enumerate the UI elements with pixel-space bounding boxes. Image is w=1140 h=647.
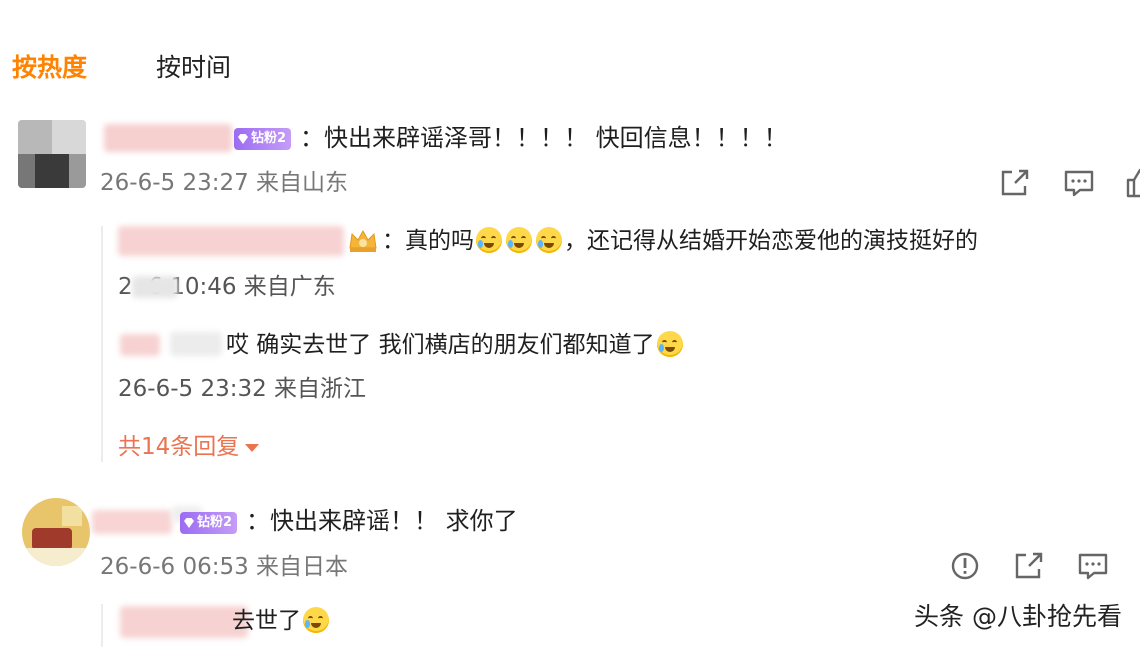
diamond-icon xyxy=(238,134,248,144)
diamond-icon xyxy=(184,518,194,528)
reply-text-content: 哎 确实去世了 我们横店的朋友们都知道了 xyxy=(226,332,655,358)
reply-text-part-b: ，还记得从结婚开始恋爱他的演技挺好的 xyxy=(564,228,978,254)
share-icon[interactable] xyxy=(1012,549,1046,583)
reply-text-content: 去世了 xyxy=(232,608,301,634)
comment-text: ：快出来辟谣泽哥！！！！ 快回信息！！！！ xyxy=(300,124,788,152)
comment-icon[interactable] xyxy=(1062,166,1096,200)
reply-meta: 26-6-5 23:32 来自浙江 xyxy=(118,376,367,402)
like-icon[interactable] xyxy=(1124,166,1140,200)
reply-thread-line xyxy=(101,604,103,647)
avatar[interactable] xyxy=(18,120,86,188)
laugh-cry-emoji-icon xyxy=(476,227,502,253)
username-blurred xyxy=(92,510,172,534)
watermark: 头条 @八卦抢先看 xyxy=(914,602,1122,631)
comment-text: ：快出来辟谣！！ 求你了 xyxy=(246,507,518,535)
laugh-cry-emoji-icon xyxy=(536,227,562,253)
caret-down-icon xyxy=(245,443,260,452)
tab-hot[interactable]: 按热度 xyxy=(12,52,87,84)
reply-username-blurred xyxy=(120,606,248,638)
fan-badge: 钻粉2 xyxy=(180,512,238,534)
reply-text: 去世了 xyxy=(232,606,331,636)
reply-text: 哎 确实去世了 我们横店的朋友们都知道了 xyxy=(226,330,685,360)
report-icon[interactable] xyxy=(948,549,982,583)
reply-username-blurred xyxy=(118,226,344,256)
more-replies-label: 共14条回复 xyxy=(118,434,240,460)
crown-badge-icon xyxy=(349,229,377,252)
reply-text-part-a: ：真的吗 xyxy=(382,228,474,254)
reply-thread-line xyxy=(101,226,103,462)
more-replies-link[interactable]: 共14条回复 xyxy=(118,432,260,462)
reply-text: ：真的吗 ，还记得从结婚开始恋爱他的演技挺好的 xyxy=(382,226,978,256)
crying-emoji-icon xyxy=(303,607,329,633)
date-blurred xyxy=(132,276,178,298)
comment-meta: 26-6-6 06:53 来自日本 xyxy=(100,554,349,580)
reply-username-blurred xyxy=(170,332,222,356)
tab-time[interactable]: 按时间 xyxy=(156,52,231,84)
laugh-cry-emoji-icon xyxy=(506,227,532,253)
username-blurred xyxy=(104,124,232,152)
reply-username-blurred xyxy=(120,334,160,356)
share-icon[interactable] xyxy=(998,166,1032,200)
fan-badge: 钻粉2 xyxy=(234,128,292,150)
comment-icon[interactable] xyxy=(1076,549,1110,583)
avatar[interactable] xyxy=(22,498,90,566)
crying-emoji-icon xyxy=(656,331,683,357)
comment-meta: 26-6-5 23:27 来自山东 xyxy=(100,170,349,196)
